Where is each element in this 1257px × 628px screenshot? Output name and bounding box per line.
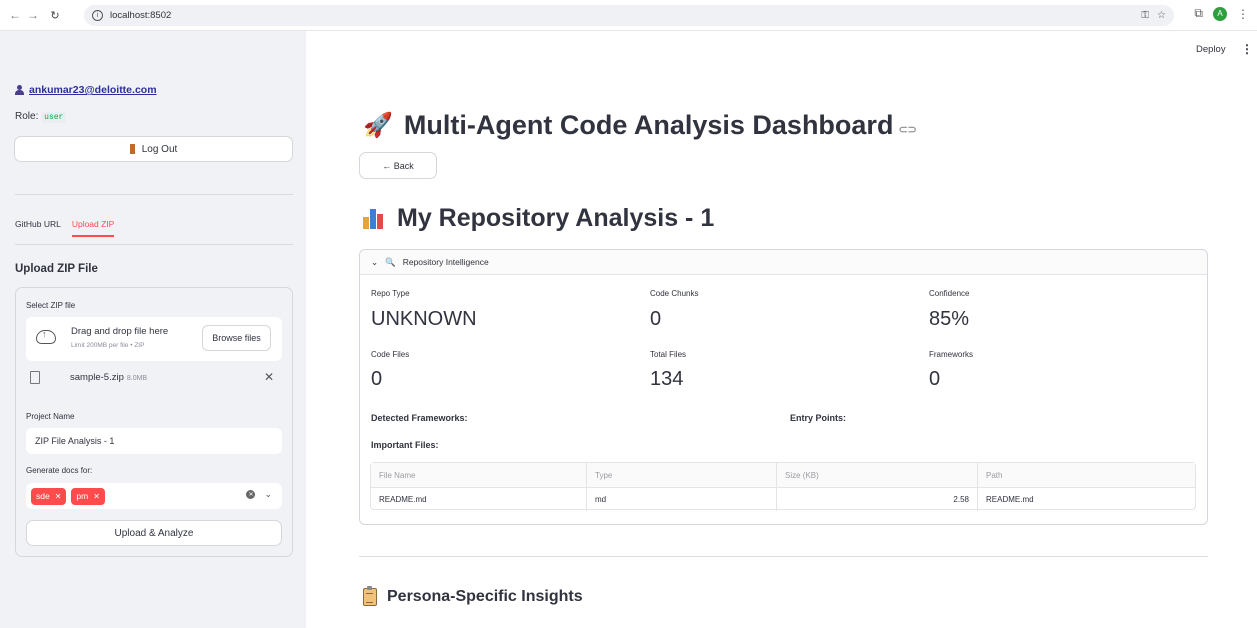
metric-value-code-chunks: 0 <box>650 308 662 330</box>
dropzone-limit: Limit 200MB per file • ZIP <box>71 342 145 349</box>
entry-points-label: Entry Points: <box>790 413 847 423</box>
persona-heading-text: Persona-Specific Insights <box>387 588 583 605</box>
important-files-table[interactable]: File Name Type Size (KB) Path README.md … <box>370 462 1196 511</box>
persona-heading: Persona-Specific Insights <box>363 586 583 606</box>
main-divider <box>359 556 1208 557</box>
column-header[interactable]: Path <box>978 463 1195 487</box>
file-dropzone[interactable]: Drag and drop file here Limit 200MB per … <box>26 317 282 361</box>
back-button[interactable]: ← Back <box>359 152 437 179</box>
browser-menu-icon[interactable]: ⋮ <box>1237 7 1249 21</box>
rocket-icon: 🚀 <box>363 112 393 139</box>
expander-header[interactable]: ⌄ 🔍 Repository Intelligence <box>360 250 1207 275</box>
tab-underline <box>15 244 293 245</box>
important-files-label: Important Files: <box>371 440 439 450</box>
tag-remove-icon[interactable]: ✕ <box>55 492 62 501</box>
address-bar[interactable]: i localhost:8502 ⚿ ☆ <box>84 5 1174 26</box>
extensions-icon[interactable]: ⧉ <box>1194 6 1203 21</box>
door-icon <box>129 144 135 154</box>
docs-label: Generate docs for: <box>26 466 93 475</box>
metric-value-total-files: 134 <box>650 368 684 390</box>
tag-pm-label: pm <box>76 491 89 501</box>
project-name-input[interactable]: ZIP File Analysis - 1 <box>26 428 282 454</box>
uploaded-file: sample-5.zip 8.0MB ✕ <box>26 370 282 390</box>
metric-label-frameworks: Frameworks <box>929 350 974 359</box>
file-icon <box>30 371 40 384</box>
table-cell[interactable]: md <box>587 488 777 511</box>
url-text: localhost:8502 <box>110 10 172 21</box>
file-name-text: sample-5.zip <box>70 372 124 383</box>
docs-multiselect[interactable]: sde ✕ pm ✕ ✕ ⌄ <box>26 483 282 509</box>
metric-value-code-files: 0 <box>371 368 383 390</box>
chevron-down-icon: ⌄ <box>371 256 379 267</box>
tag-sde-label: sde <box>36 491 50 501</box>
project-name-label: Project Name <box>26 412 75 421</box>
chevron-down-icon[interactable]: ⌄ <box>264 489 272 500</box>
column-header[interactable]: Size (KB) <box>777 463 978 487</box>
browser-toolbar: ← → ↻ i localhost:8502 ⚿ ☆ ⧉ A ⋮ <box>0 0 1257 31</box>
forward-arrow-icon[interactable]: → <box>24 8 42 22</box>
logout-button[interactable]: Log Out <box>14 136 293 162</box>
metric-label-code-files: Code Files <box>371 350 410 359</box>
table-row[interactable]: README.md md 2.58 README.md <box>371 487 1195 511</box>
remove-file-icon[interactable]: ✕ <box>264 370 274 384</box>
table-header-row: File Name Type Size (KB) Path <box>371 463 1195 487</box>
upload-form: Select ZIP file Drag and drop file here … <box>15 287 293 557</box>
browse-files-button[interactable]: Browse files <box>202 325 271 351</box>
tab-upload-zip[interactable]: Upload ZIP <box>71 219 115 237</box>
clear-all-icon[interactable]: ✕ <box>246 490 256 499</box>
detected-frameworks-label: Detected Frameworks: <box>371 413 468 423</box>
role-line: Role: user <box>15 111 67 123</box>
column-header[interactable]: Type <box>587 463 777 487</box>
sidebar-divider <box>15 194 293 195</box>
role-label: Role: <box>15 111 39 122</box>
user-email[interactable]: ankumar23@deloitte.com <box>29 84 157 96</box>
source-tabs: GitHub URL Upload ZIP <box>15 219 115 237</box>
expander-title: Repository Intelligence <box>402 257 489 267</box>
anchor-link-icon[interactable]: ⊂⊃ <box>898 123 916 136</box>
table-cell[interactable]: README.md <box>978 488 1195 511</box>
analysis-title: My Repository Analysis - 1 <box>363 204 714 233</box>
tag-pm[interactable]: pm ✕ <box>71 487 105 505</box>
column-header[interactable]: File Name <box>371 463 587 487</box>
file-size: 8.0MB <box>126 375 148 382</box>
cloud-upload-icon <box>36 329 56 344</box>
tag-sde[interactable]: sde ✕ <box>31 487 67 505</box>
main-menu-icon[interactable]: ⋮ <box>1241 42 1253 56</box>
user-link[interactable]: ankumar23@deloitte.com <box>15 84 157 96</box>
user-icon <box>15 85 24 95</box>
bar-chart-icon <box>363 208 385 229</box>
back-arrow-icon[interactable]: ← <box>6 8 24 22</box>
logout-label: Log Out <box>141 143 178 155</box>
table-cell[interactable]: README.md <box>371 488 587 511</box>
magnifier-icon: 🔍 <box>385 256 396 267</box>
metric-label-confidence: Confidence <box>929 289 970 298</box>
uploaded-file-name: sample-5.zip 8.0MB <box>70 372 147 383</box>
sidebar: ankumar23@deloitte.com Role: user Log Ou… <box>0 31 306 628</box>
reload-icon[interactable]: ↻ <box>46 9 64 22</box>
repository-intelligence-expander: ⌄ 🔍 Repository Intelligence Repo Type UN… <box>359 249 1208 525</box>
page-title: 🚀 Multi-Agent Code Analysis Dashboard ⊂⊃ <box>363 110 917 141</box>
file-uploader-label: Select ZIP file <box>26 301 76 310</box>
key-icon[interactable]: ⚿ <box>1141 10 1149 21</box>
site-info-icon[interactable]: i <box>92 10 103 21</box>
metric-label-total-files: Total Files <box>650 350 687 359</box>
role-value: user <box>41 112 67 123</box>
upload-analyze-button[interactable]: Upload & Analyze <box>26 520 282 546</box>
dropzone-text: Drag and drop file here <box>71 326 169 337</box>
tab-github-url[interactable]: GitHub URL <box>15 219 61 237</box>
clipboard-icon <box>363 586 377 606</box>
metric-value-confidence: 85% <box>929 308 970 330</box>
profile-avatar[interactable]: A <box>1213 6 1227 21</box>
bookmark-star-icon[interactable]: ☆ <box>1157 10 1166 21</box>
tag-remove-icon[interactable]: ✕ <box>93 492 100 501</box>
metric-value-repo-type: UNKNOWN <box>371 308 477 330</box>
metric-label-code-chunks: Code Chunks <box>650 289 699 298</box>
analysis-title-text: My Repository Analysis - 1 <box>397 204 715 232</box>
metric-value-frameworks: 0 <box>929 368 941 390</box>
upload-heading: Upload ZIP File <box>15 263 98 275</box>
page-title-text: Multi-Agent Code Analysis Dashboard <box>403 110 894 140</box>
table-cell[interactable]: 2.58 <box>777 488 978 511</box>
metric-label-repo-type: Repo Type <box>371 289 410 298</box>
deploy-button[interactable]: Deploy <box>1196 44 1226 55</box>
